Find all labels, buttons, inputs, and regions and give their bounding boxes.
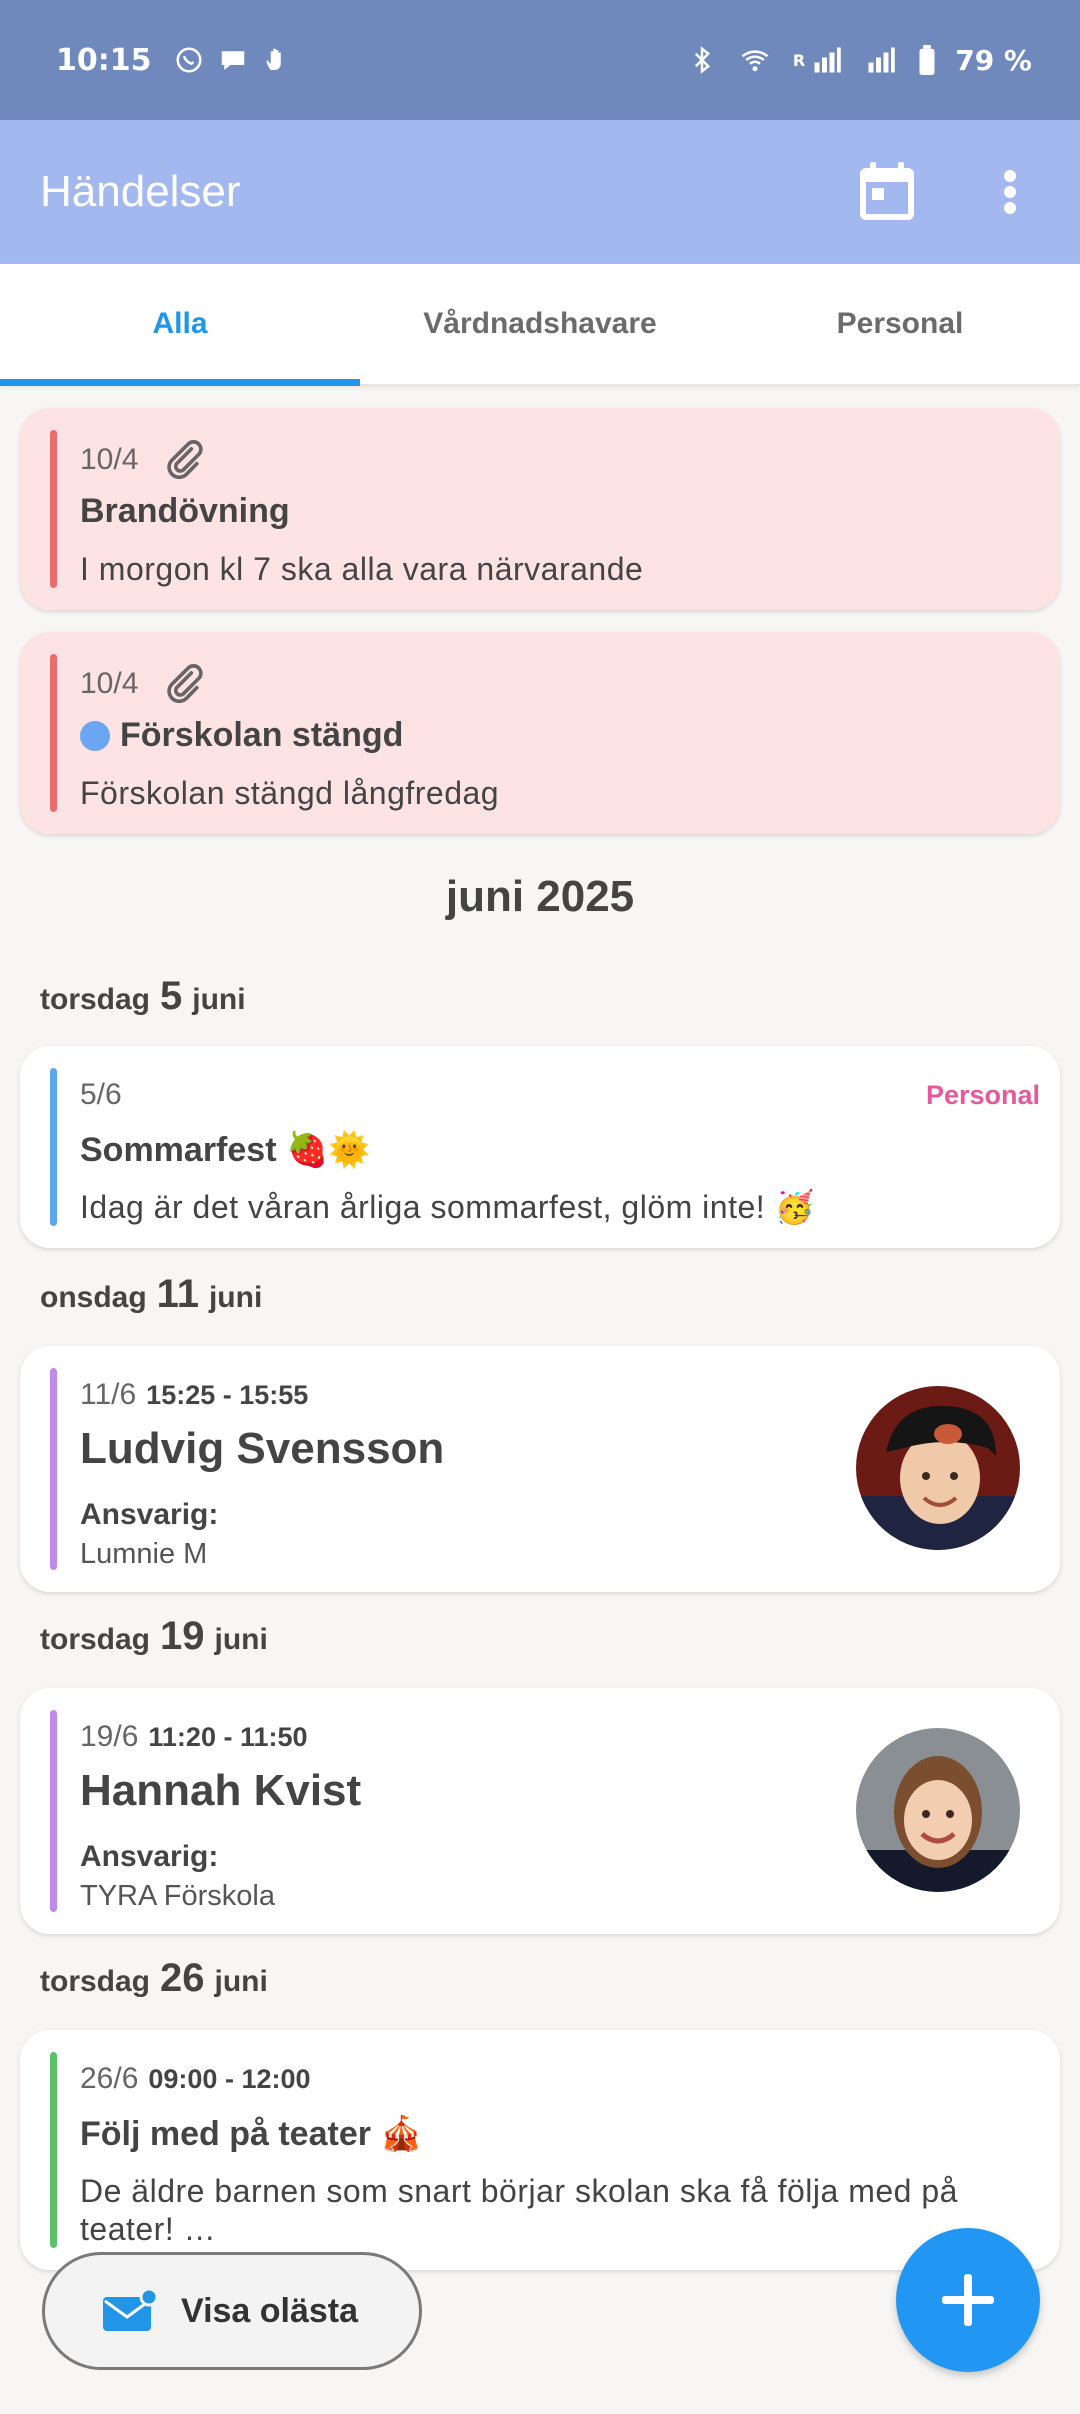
pinned-event-card[interactable]: 10/4 Brandövning I morgon kl 7 ska alla … <box>20 408 1060 610</box>
event-description: Idag är det våran årliga sommarfest, glö… <box>80 1189 815 1225</box>
system-icons: R 79 % <box>687 44 1032 77</box>
avatar <box>856 1386 1020 1550</box>
card-color-bar <box>50 1710 57 1912</box>
plus-icon <box>942 2274 994 2326</box>
mail-icon <box>103 2289 157 2331</box>
card-color-bar <box>50 1368 57 1570</box>
card-color-bar <box>50 2052 57 2248</box>
event-card[interactable]: 26/6 09:00 - 12:00 Följ med på teater 🎪 … <box>20 2030 1060 2270</box>
attachment-icon <box>167 440 204 480</box>
battery-percent: 79 % <box>955 43 1032 77</box>
signal-icon-2 <box>868 47 895 73</box>
event-description: Förskolan stängd långfredag <box>80 775 500 811</box>
wifi-icon <box>741 50 769 72</box>
event-date: 10/4 <box>80 667 139 700</box>
status-time: 10:15 <box>56 42 152 78</box>
add-event-button[interactable] <box>896 2228 1040 2372</box>
status-bar: 10:15 R 79 % <box>0 0 1080 120</box>
pinned-event-card[interactable]: 10/4 Förskolan stängd Förskolan stängd l… <box>20 632 1060 834</box>
tab-alla[interactable]: Alla <box>0 264 360 386</box>
event-title: Ludvig Svensson <box>80 1424 445 1473</box>
event-description: De äldre barnen som snart börjar skolan … <box>80 2173 958 2247</box>
tab-bar: Alla Vårdnadshavare Personal <box>0 264 1080 386</box>
event-date: 5/6 <box>80 1078 122 1111</box>
month-header: juni 2025 <box>445 872 635 921</box>
event-time: 11:20 - 11:50 <box>148 1721 308 1752</box>
event-date: 19/6 <box>80 1720 139 1753</box>
more-options-icon[interactable] <box>990 162 1030 222</box>
card-color-bar <box>50 430 57 588</box>
event-card[interactable]: 5/6 Personal Sommarfest 🍓🌞 Idag är det v… <box>20 1046 1060 1248</box>
show-unread-button[interactable]: Visa olästa <box>42 2252 422 2370</box>
whatsapp-icon <box>176 47 201 73</box>
day-header: torsdag 26 juni <box>40 1956 268 2000</box>
day-header: torsdag 5 juni <box>40 974 246 1018</box>
status-dot <box>80 720 110 751</box>
responsible-label: Ansvarig: <box>80 1498 219 1531</box>
attachment-icon <box>167 664 204 704</box>
roaming-indicator: R <box>792 50 806 70</box>
chat-bubble-icon <box>221 51 244 70</box>
event-date: 26/6 <box>80 2062 139 2095</box>
signal-icon <box>814 47 841 73</box>
page-title: Händelser <box>40 167 241 216</box>
event-title: Sommarfest 🍓🌞 <box>80 1131 371 1169</box>
bluetooth-icon <box>694 46 711 74</box>
day-header: torsdag 19 juni <box>40 1614 268 1658</box>
event-time: 09:00 - 12:00 <box>148 2063 311 2094</box>
tab-vardnadshavare[interactable]: Vårdnadshavare <box>360 264 720 384</box>
notification-icons <box>174 45 292 75</box>
category-tag: Personal <box>925 1080 1040 1110</box>
app-bar: Händelser <box>0 120 1080 264</box>
calendar-icon[interactable] <box>856 160 918 224</box>
event-card[interactable]: 11/6 15:25 - 15:55 Ludvig Svensson Ansva… <box>20 1346 1060 1592</box>
responsible-name: TYRA Förskola <box>80 1880 275 1912</box>
event-date: 11/6 <box>80 1378 137 1411</box>
event-title: Hannah Kvist <box>80 1766 362 1815</box>
event-time: 15:25 - 15:55 <box>146 1379 309 1410</box>
event-title: Brandövning <box>80 492 290 530</box>
tab-personal[interactable]: Personal <box>720 264 1080 384</box>
event-date: 10/4 <box>80 443 139 476</box>
event-title: Följ med på teater 🎪 <box>80 2115 423 2153</box>
responsible-name: Lumnie M <box>80 1538 208 1570</box>
battery-icon <box>919 45 935 75</box>
card-color-bar <box>50 1068 57 1226</box>
day-header: onsdag 11 juni <box>40 1272 263 1316</box>
responsible-label: Ansvarig: <box>80 1840 219 1873</box>
show-unread-label: Visa olästa <box>181 2291 359 2330</box>
event-description: I morgon kl 7 ska alla vara närvarande <box>80 551 644 587</box>
event-title: Förskolan stängd <box>120 716 404 754</box>
card-color-bar <box>50 654 57 812</box>
avatar <box>856 1728 1020 1892</box>
hand-icon <box>266 48 281 70</box>
event-card[interactable]: 19/6 11:20 - 11:50 Hannah Kvist Ansvarig… <box>20 1688 1060 1934</box>
